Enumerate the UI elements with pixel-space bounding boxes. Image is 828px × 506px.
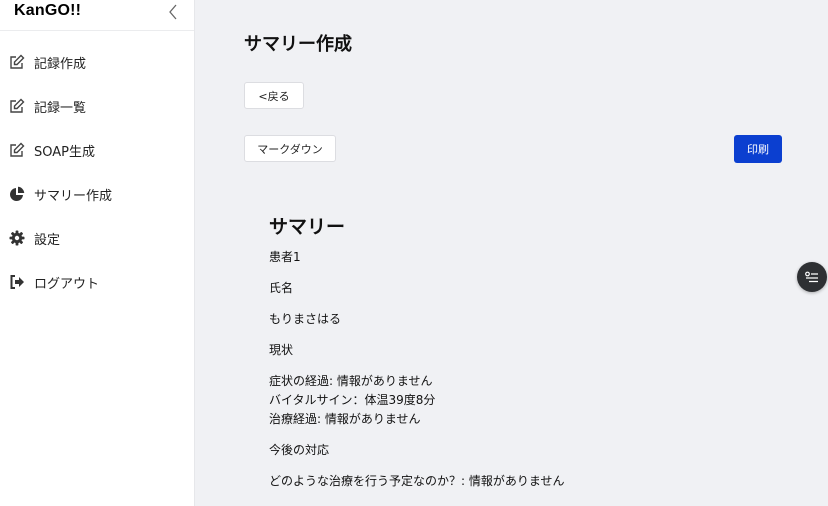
status-line: 治療経過: 情報がありません [269,412,421,426]
status-line: バイタルサイン：体温39度8分 [269,393,436,407]
name-value: もりまさはる [269,312,342,326]
edit-icon [8,141,26,159]
sidebar-item-soap[interactable]: SOAP生成 [0,128,194,172]
gear-icon [8,229,26,247]
sidebar-item-summary[interactable]: サマリー作成 [0,172,194,216]
sidebar-divider [0,30,194,31]
edit-icon [8,97,26,115]
pie-chart-icon [8,185,26,203]
status-label: 現状 [269,343,294,357]
status-details: 症状の経過: 情報がありません バイタルサイン：体温39度8分 治療経過: 情報… [269,372,769,429]
sidebar-item-label: 記録一覧 [34,100,87,116]
markdown-button[interactable]: マークダウン [244,135,336,162]
collapse-sidebar-button[interactable] [164,2,182,22]
sidebar-item-settings[interactable]: 設定 [0,216,194,260]
chevron-left-icon [169,4,177,20]
outline-toggle-button[interactable] [797,262,827,292]
main-content: サマリー作成 <戻る マークダウン 印刷 サマリー 患者1 氏名 もりまさはる … [195,0,828,506]
future-label: 今後の対応 [269,443,330,457]
sidebar-item-label: SOAP生成 [34,144,95,160]
back-button[interactable]: <戻る [244,82,304,109]
print-button[interactable]: 印刷 [734,135,782,163]
logout-icon [8,273,26,291]
sidebar-item-label: 設定 [34,232,61,248]
summary-content: サマリー 患者1 氏名 もりまさはる 現状 症状の経過: 情報がありません バイ… [269,208,769,503]
sidebar-item-record-list[interactable]: 記録一覧 [0,84,194,128]
sidebar-item-label: 記録作成 [34,56,87,72]
sidebar-item-record-create[interactable]: 記録作成 [0,40,194,84]
list-icon [805,271,818,283]
sidebar: KanGO!! 記録作成 記録一覧 SOAP生成 サマリー作成 設定 ログアウト [0,0,195,506]
page-title: サマリー作成 [244,34,352,55]
status-line: 症状の経過: 情報がありません [269,374,433,388]
sidebar-nav: 記録作成 記録一覧 SOAP生成 サマリー作成 設定 ログアウト [0,40,194,304]
patient-label: 患者1 [269,250,301,264]
sidebar-item-label: ログアウト [34,276,100,292]
name-label: 氏名 [269,281,294,295]
future-line: どのような治療を行う予定なのか？: 情報がありません [269,474,565,488]
edit-icon [8,53,26,71]
brand-logo: KanGO!! [14,2,82,19]
sidebar-item-label: サマリー作成 [34,188,113,204]
sidebar-item-logout[interactable]: ログアウト [0,260,194,304]
summary-heading: サマリー [269,216,346,238]
